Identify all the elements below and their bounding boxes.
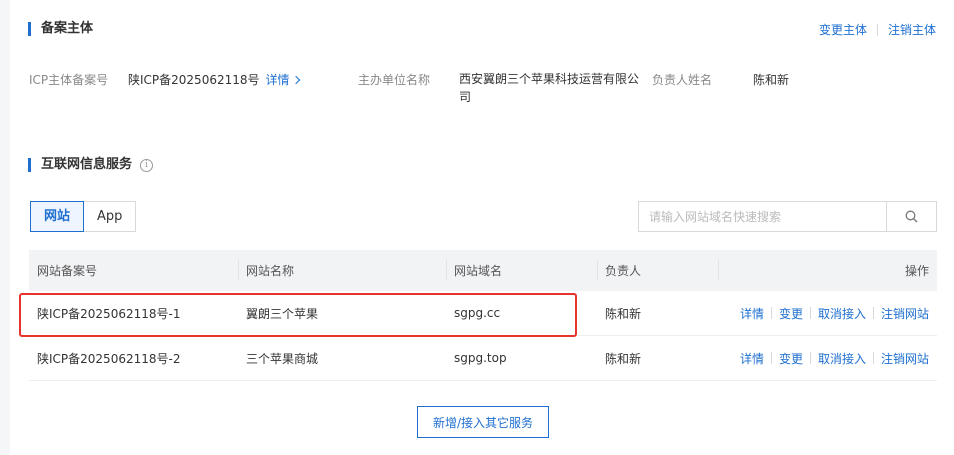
tab-app[interactable]: App	[84, 201, 137, 232]
divider	[770, 307, 772, 319]
row-domain: sgpg.top	[454, 351, 507, 365]
column-header: 网站备案号	[37, 264, 98, 278]
row-actions: 详情 变更 取消接入 注销网站	[718, 336, 937, 380]
subject-section-title: 备案主体	[28, 22, 93, 36]
service-tabs: 网站 App	[30, 201, 137, 232]
tab-website[interactable]: 网站	[30, 201, 85, 232]
column-header: 负责人	[597, 250, 718, 291]
icp-number: 陕ICP备2025062118号 详情	[128, 71, 300, 88]
row-owner: 陈和新	[605, 306, 642, 321]
cancel-website-link[interactable]: 注销网站	[881, 350, 929, 367]
table-header: 网站备案号 网站名称 网站域名 负责人 操作	[29, 250, 937, 291]
column-header: 网站名称	[238, 250, 446, 291]
divider	[809, 352, 811, 364]
org-name-label: 主办单位名称	[358, 73, 431, 87]
table-row: 陕ICP备2025062118号-1 翼朗三个苹果 sgpg.cc 陈和新 详情…	[29, 291, 937, 336]
icp-number-label: ICP主体备案号	[29, 73, 109, 87]
table-row: 陕ICP备2025062118号-2 三个苹果商城 sgpg.top 陈和新 详…	[29, 336, 937, 381]
column-header: 操作	[718, 250, 937, 291]
change-subject-link[interactable]: 变更主体	[819, 21, 867, 38]
row-site-name: 三个苹果商城	[246, 351, 319, 366]
icp-detail-link[interactable]: 详情	[265, 71, 300, 88]
cancel-access-link[interactable]: 取消接入	[818, 305, 866, 322]
change-link[interactable]: 变更	[779, 350, 803, 367]
website-table: 网站备案号 网站名称 网站域名 负责人 操作 陕ICP备2025062118号-…	[29, 250, 937, 381]
row-domain: sgpg.cc	[454, 306, 501, 320]
detail-link-label: 详情	[265, 73, 290, 87]
detail-link[interactable]: 详情	[740, 305, 764, 322]
icp-number-value: 陕ICP备2025062118号	[128, 73, 260, 87]
divider	[872, 352, 874, 364]
owner-name-value: 陈和新	[753, 73, 790, 87]
search-button[interactable]	[886, 202, 936, 231]
column-header: 网站域名	[446, 250, 597, 291]
cancel-website-link[interactable]: 注销网站	[881, 305, 929, 322]
cancel-access-link[interactable]: 取消接入	[818, 350, 866, 367]
owner-name-label: 负责人姓名	[652, 73, 713, 87]
divider	[872, 307, 874, 319]
service-title-text: 互联网信息服务	[41, 157, 133, 172]
org-name-value: 西安翼朗三个苹果科技运营有限公 司	[459, 70, 639, 106]
divider	[876, 23, 878, 36]
row-icp-number: 陕ICP备2025062118号-2	[37, 351, 181, 366]
search-box	[638, 201, 937, 232]
main-panel: 备案主体 变更主体 注销主体 ICP主体备案号 陕ICP备2025062118号…	[10, 0, 954, 455]
row-site-name: 翼朗三个苹果	[246, 306, 319, 321]
divider	[770, 352, 772, 364]
org-name-line: 西安翼朗三个苹果科技运营有限公	[459, 72, 640, 86]
search-input[interactable]	[639, 202, 886, 231]
row-actions: 详情 变更 取消接入 注销网站	[718, 291, 937, 335]
row-owner: 陈和新	[605, 351, 642, 366]
cancel-subject-link[interactable]: 注销主体	[888, 21, 936, 38]
divider	[809, 307, 811, 319]
add-service-button[interactable]: 新增/接入其它服务	[417, 406, 549, 438]
subject-actions: 变更主体 注销主体	[819, 21, 936, 38]
search-icon	[905, 210, 918, 223]
info-icon[interactable]: i	[140, 158, 154, 172]
chevron-right-icon	[291, 75, 300, 84]
org-name-line: 司	[459, 90, 472, 104]
detail-link[interactable]: 详情	[740, 350, 764, 367]
service-section-title: 互联网信息服务 i	[28, 157, 154, 172]
row-icp-number: 陕ICP备2025062118号-1	[37, 306, 181, 321]
change-link[interactable]: 变更	[779, 305, 803, 322]
